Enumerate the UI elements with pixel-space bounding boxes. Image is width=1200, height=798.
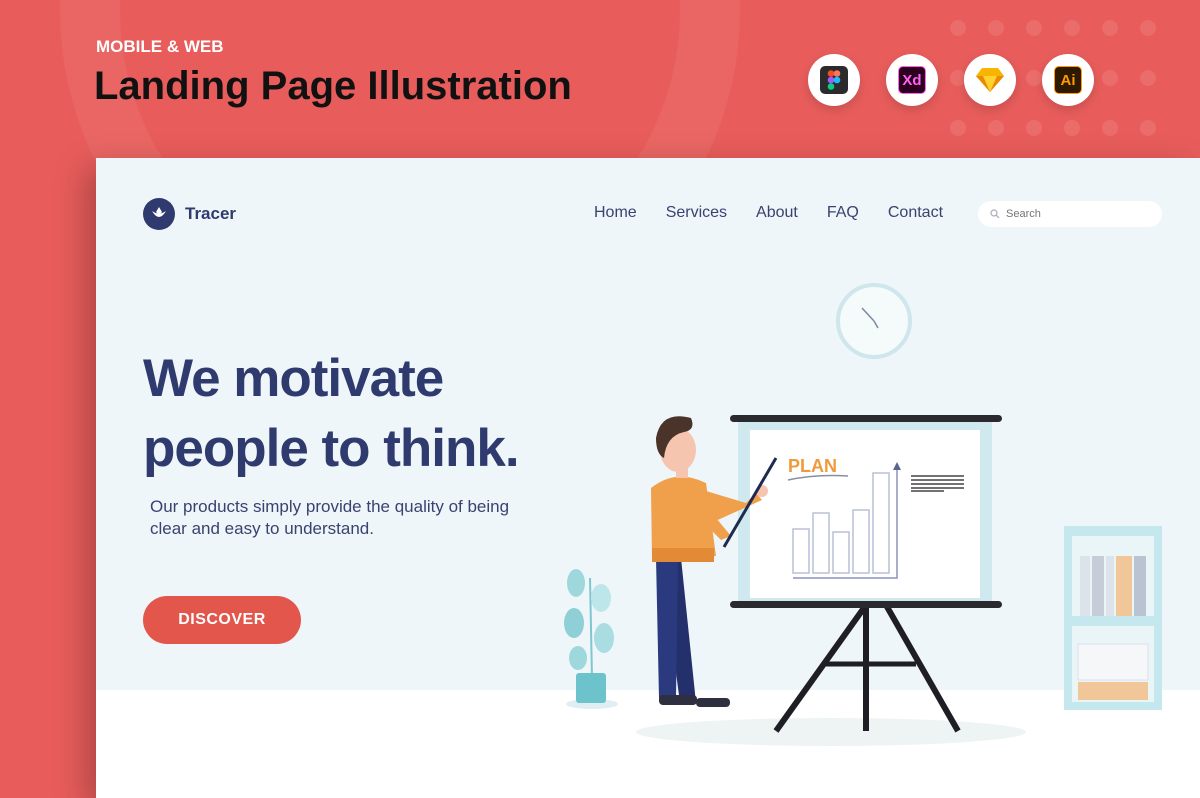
xd-icon: Xd: [886, 54, 938, 106]
presentation-illustration: PLAN: [564, 283, 1162, 746]
bookshelf: [1064, 526, 1162, 710]
figma-icon: [808, 54, 860, 106]
header-kicker: MOBILE & WEB: [96, 37, 224, 56]
sketch-icon: [964, 54, 1016, 106]
tool-icons: Xd Ai: [808, 54, 1094, 106]
easel-board: PLAN: [730, 415, 1002, 733]
landing-page-mockup: Tracer Home Services About FAQ Contact W…: [96, 158, 1200, 798]
illustrator-icon: Ai: [1042, 54, 1094, 106]
clock-icon: [836, 283, 912, 359]
plant-illustration: [564, 569, 618, 709]
header-title: Landing Page Illustration: [94, 64, 572, 108]
board-title: PLAN: [788, 456, 837, 476]
